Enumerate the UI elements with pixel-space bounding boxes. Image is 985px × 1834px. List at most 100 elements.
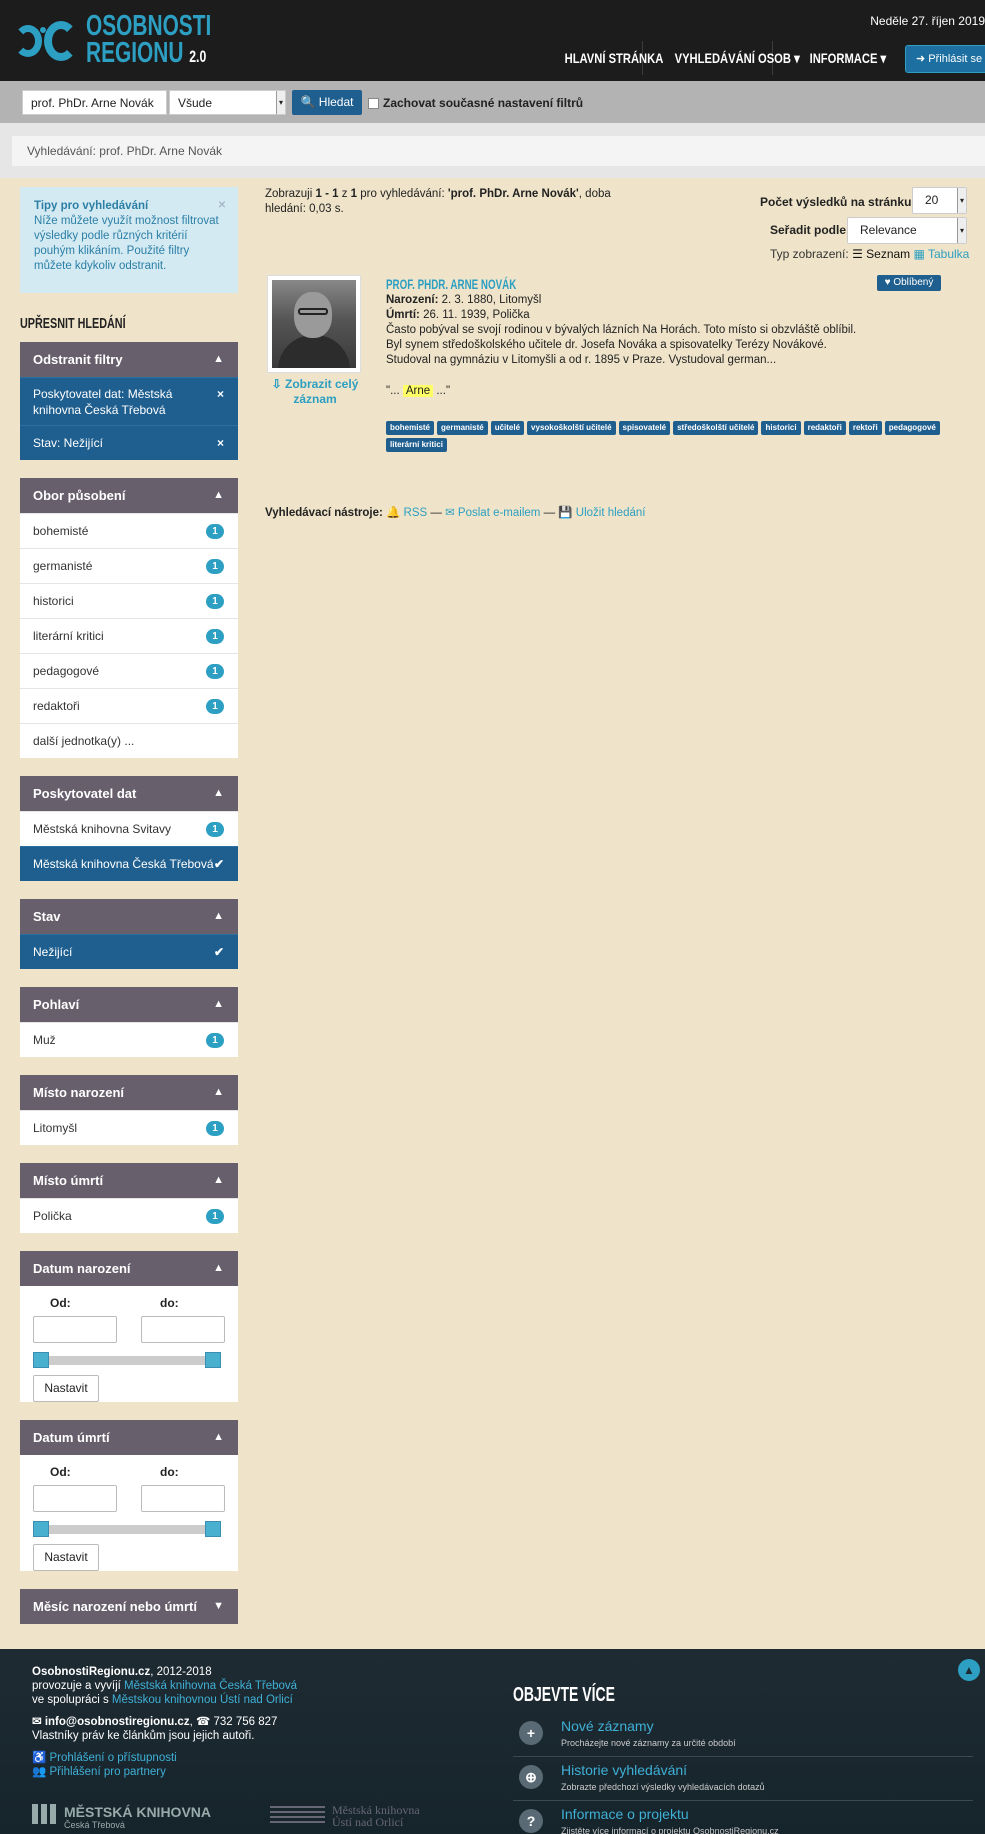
remove-filter-provider[interactable]: Poskytovatel dat: Městská knihovna Česká…	[20, 377, 238, 425]
panel-header-month[interactable]: Měsíc narození nebo úmrtí ▼	[20, 1589, 238, 1624]
facet-item[interactable]: Městská knihovna Svitavy 1	[20, 811, 238, 846]
range-slider-handle-min[interactable]	[33, 1352, 49, 1368]
view-list-option[interactable]: ☰ Seznam	[852, 247, 910, 261]
facet-item[interactable]: redaktoři 1	[20, 688, 238, 723]
facet-item[interactable]: Muž 1	[20, 1022, 238, 1057]
view-table-option[interactable]: ▦ Tabulka	[914, 247, 970, 261]
set-birthdate-button[interactable]: Nastavit	[33, 1375, 99, 1402]
facet-more-link[interactable]: další jednotka(y) ...	[20, 723, 238, 758]
panel-header-birthplace[interactable]: Místo narození ▲	[20, 1075, 238, 1110]
accessibility-link[interactable]: ♿ Prohlášení o přístupnosti	[32, 1751, 452, 1765]
site-logo[interactable]: OSOBNOSTI REGIONU 2.0	[14, 9, 260, 73]
range-slider-handle-min[interactable]	[33, 1521, 49, 1537]
collapse-icon[interactable]: ▲	[213, 342, 224, 377]
expand-icon[interactable]: ▼	[213, 1589, 224, 1624]
panel-header-provider[interactable]: Poskytovatel dat ▲	[20, 776, 238, 811]
collapse-icon[interactable]: ▲	[213, 1163, 224, 1198]
facet-item[interactable]: germanisté 1	[20, 548, 238, 583]
facet-item[interactable]: pedagogové 1	[20, 653, 238, 688]
save-search-link[interactable]: 💾 Uložit hledání	[558, 507, 645, 519]
panel-header-status[interactable]: Stav ▲	[20, 899, 238, 934]
panel-header-birthdate[interactable]: Datum narození ▲	[20, 1251, 238, 1286]
person-portrait[interactable]	[267, 275, 361, 373]
range-slider-track[interactable]	[33, 1356, 221, 1365]
panel-header-gender[interactable]: Pohlaví ▲	[20, 987, 238, 1022]
login-button[interactable]: ➜ Přihlásit se	[905, 45, 985, 73]
remove-icon[interactable]: ×	[217, 386, 224, 402]
discover-project-info[interactable]: ? Informace o projektu Zjistěte více inf…	[513, 1803, 973, 1834]
facet-item-selected[interactable]: Městská knihovna Česká Třebová ✔	[20, 846, 238, 881]
range-slider-handle-max[interactable]	[205, 1521, 221, 1537]
partners-login-link[interactable]: 👥 Přihlášení pro partnery	[32, 1765, 452, 1779]
library-link[interactable]: Městská knihovna Česká Třebová	[124, 1680, 297, 1692]
search-bar: prof. PhDr. Arne Novák Všude ▾ 🔍 Hledat …	[0, 81, 985, 123]
current-date: Neděle 27. říjen 2019	[870, 14, 985, 28]
tag[interactable]: literární kritici	[386, 438, 447, 452]
tag[interactable]: rektoři	[848, 421, 882, 435]
tag[interactable]: redaktoři	[803, 421, 846, 435]
rss-link[interactable]: 🔔 RSS	[386, 507, 427, 519]
panel-header-field[interactable]: Obor působení ▲	[20, 478, 238, 513]
tag[interactable]: středoškolští učitelé	[673, 421, 759, 435]
panel-header-deathplace[interactable]: Místo úmrtí ▲	[20, 1163, 238, 1198]
birth-from-input[interactable]	[33, 1316, 117, 1343]
discover-new-records[interactable]: + Nové záznamy Procházejte nové záznamy …	[513, 1715, 973, 1757]
range-slider-handle-max[interactable]	[205, 1352, 221, 1368]
facet-item-selected[interactable]: Nežijící ✔	[20, 934, 238, 969]
birth-to-input[interactable]	[141, 1316, 225, 1343]
collapse-icon[interactable]: ▲	[213, 1420, 224, 1455]
email-link[interactable]: ✉ Poslat e-mailem	[445, 507, 540, 519]
collapse-icon[interactable]: ▲	[213, 987, 224, 1022]
keep-filters-checkbox[interactable]: Zachovat současné nastavení filtrů	[368, 96, 583, 110]
death-from-input[interactable]	[33, 1485, 117, 1512]
tag[interactable]: vysokoškolští učitelé	[527, 421, 616, 435]
range-slider-track[interactable]	[33, 1525, 221, 1534]
facet-item[interactable]: bohemisté 1	[20, 513, 238, 548]
checkbox-icon[interactable]	[368, 97, 379, 109]
discover-search-history[interactable]: ⊕ Historie vyhledávání Zobrazte předchoz…	[513, 1759, 973, 1801]
tag[interactable]: bohemisté	[386, 421, 435, 435]
collapse-icon[interactable]: ▲	[213, 478, 224, 513]
remove-icon[interactable]: ×	[217, 426, 224, 461]
scroll-to-top-button[interactable]: ▲	[958, 1659, 980, 1681]
collapse-icon[interactable]: ▲	[213, 1075, 224, 1110]
facet-item[interactable]: historici 1	[20, 583, 238, 618]
per-page-select[interactable]: 20 ▾	[912, 187, 967, 214]
nav-home[interactable]: HLAVNÍ STRÁNKA	[555, 41, 663, 75]
search-scope-select[interactable]: Všude ▾	[169, 90, 286, 115]
close-icon[interactable]: ×	[218, 197, 226, 212]
facet-item[interactable]: literární kritici 1	[20, 618, 238, 653]
collapse-icon[interactable]: ▲	[213, 1251, 224, 1286]
show-full-record-link[interactable]: ⇩ Zobrazit celý záznam	[265, 377, 365, 407]
search-input[interactable]: prof. PhDr. Arne Novák	[22, 90, 167, 115]
favorite-button[interactable]: ♥ Oblíbený	[877, 275, 941, 291]
remove-filter-status[interactable]: Stav: Nežijící ×	[20, 425, 238, 460]
tag[interactable]: historici	[761, 421, 801, 435]
panel-header-deathdate[interactable]: Datum úmrtí ▲	[20, 1420, 238, 1455]
library-logo-usti[interactable]: Městská knihovna Ústí nad Orlicí	[270, 1804, 420, 1828]
search-tips-title: Tipy pro vyhledávání	[34, 200, 149, 212]
tag[interactable]: pedagogové	[884, 421, 940, 435]
panel-field: Obor působení ▲ bohemisté 1 germanisté 1 h…	[20, 478, 238, 758]
set-deathdate-button[interactable]: Nastavit	[33, 1544, 99, 1571]
contact-email[interactable]: ✉ info@osobnostiregionu.cz	[32, 1716, 190, 1728]
tag[interactable]: spisovatelé	[618, 421, 671, 435]
panel-header-remove-filters[interactable]: Odstranit filtry ▲	[20, 342, 238, 377]
search-button[interactable]: 🔍 Hledat	[292, 90, 362, 115]
count-badge: 1	[206, 699, 224, 714]
nav-person-search[interactable]: VYHLEDÁVÁNÍ OSOB ▾	[665, 41, 800, 75]
sort-select[interactable]: Relevance ▾	[847, 217, 967, 244]
death-to-input[interactable]	[141, 1485, 225, 1512]
collapse-icon[interactable]: ▲	[213, 899, 224, 934]
facet-item[interactable]: Polička 1	[20, 1198, 238, 1233]
nav-information[interactable]: INFORMACE ▾	[800, 41, 887, 75]
footer-info: OsobnostiRegionu.cz, 2012-2018 provozuje…	[32, 1665, 452, 1779]
result-title-link[interactable]: PROF. PHDR. ARNE NOVÁK	[386, 276, 516, 292]
collapse-icon[interactable]: ▲	[213, 776, 224, 811]
tag[interactable]: germanisté	[437, 421, 488, 435]
partner-library-link[interactable]: Městskou knihovnou Ústí nad Orlicí	[112, 1694, 293, 1706]
facet-item[interactable]: Litomyšl 1	[20, 1110, 238, 1145]
contact-phone: , ☎ 732 756 827	[189, 1716, 278, 1728]
tag[interactable]: učitelé	[490, 421, 525, 435]
library-logo-ceska-trebova[interactable]: MĚSTSKÁ KNIHOVNA Česká Třebová	[32, 1804, 211, 1830]
